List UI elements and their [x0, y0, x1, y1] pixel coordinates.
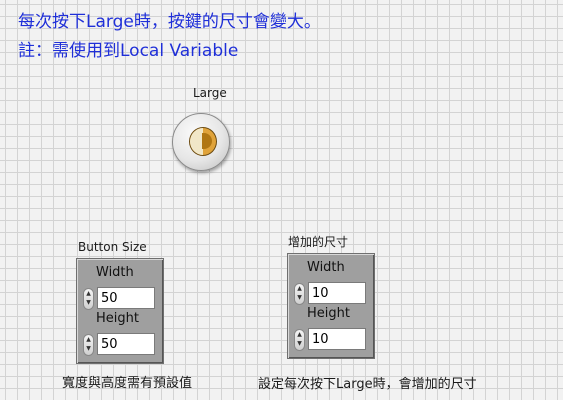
large-button-label: Large: [193, 86, 227, 100]
button-size-cluster: Width ▲▼ Height ▲▼: [76, 258, 164, 364]
decrement-arrow-icon[interactable]: ▼: [295, 339, 304, 348]
increment-arrow-icon[interactable]: ▲: [84, 289, 93, 298]
led-indicator-icon: [189, 127, 217, 156]
button-size-caption: 寬度與高度需有預設值: [62, 376, 193, 391]
width-label: Width: [96, 265, 134, 280]
button-size-label: Button Size: [78, 240, 147, 254]
height-label: Height: [96, 311, 139, 326]
width-input[interactable]: [97, 287, 155, 309]
large-button[interactable]: [172, 113, 230, 171]
width-spinner[interactable]: ▲ ▼: [294, 283, 305, 305]
height-spinner[interactable]: ▲ ▼: [83, 334, 94, 356]
width-input[interactable]: [308, 282, 366, 304]
instruction-line-1: 每次按下Large時，按鍵的尺寸會變大。: [18, 12, 321, 32]
increment-arrow-icon[interactable]: ▲: [84, 335, 93, 344]
height-input[interactable]: [308, 328, 366, 350]
height-control: ▲ ▼: [83, 333, 159, 357]
increment-cluster: Width ▲▼ Height ▲▼: [287, 253, 375, 359]
instruction-line-2: 註：需使用到Local Variable: [18, 41, 239, 61]
height-input[interactable]: [97, 333, 155, 355]
increment-arrow-icon[interactable]: ▲: [295, 330, 304, 339]
height-label: Height: [307, 306, 350, 321]
decrement-arrow-icon[interactable]: ▼: [84, 298, 93, 307]
height-control: ▲ ▼: [294, 328, 370, 352]
increment-arrow-icon[interactable]: ▲: [295, 284, 304, 293]
width-control: ▲ ▼: [83, 287, 159, 311]
width-control: ▲ ▼: [294, 282, 370, 306]
decrement-arrow-icon[interactable]: ▼: [295, 293, 304, 302]
increment-label: 增加的尺寸: [288, 235, 349, 249]
width-label: Width: [307, 260, 345, 275]
height-spinner[interactable]: ▲ ▼: [294, 329, 305, 351]
decrement-arrow-icon[interactable]: ▼: [84, 344, 93, 353]
increment-caption: 設定每次按下Large時，會增加的尺寸: [258, 377, 477, 392]
width-spinner[interactable]: ▲ ▼: [83, 288, 94, 310]
